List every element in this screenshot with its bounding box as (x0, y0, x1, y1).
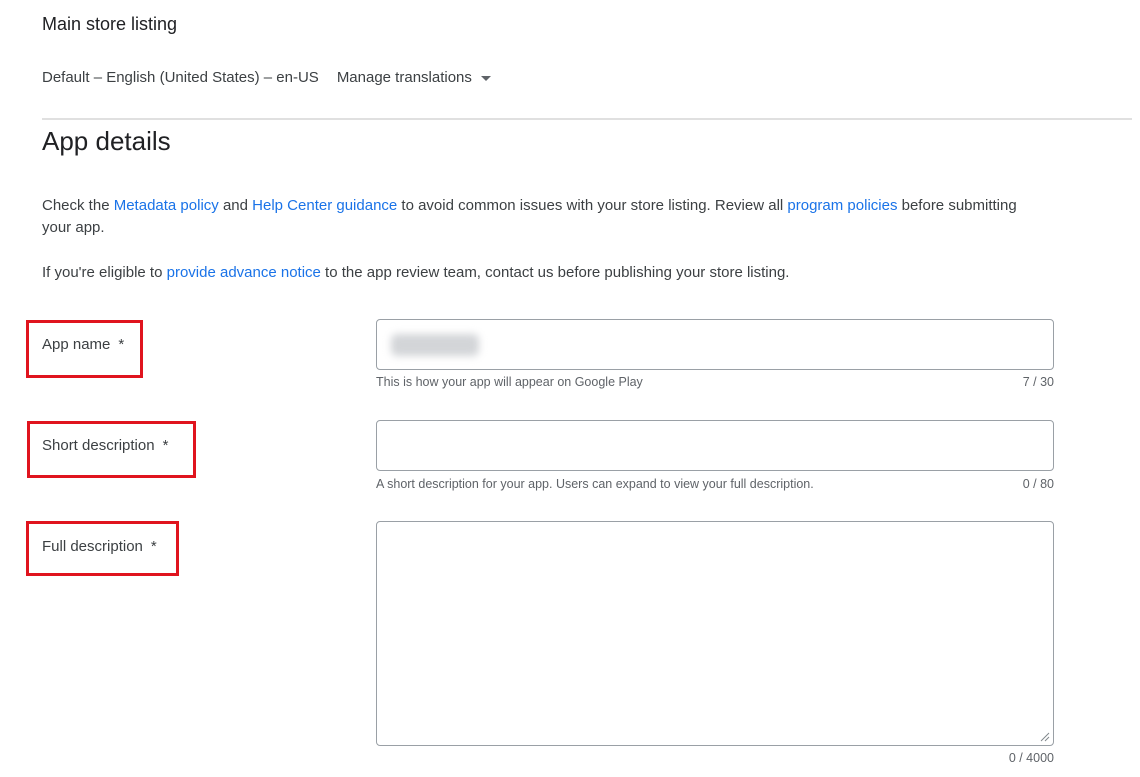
language-row: Default – English (United States) – en-U… (42, 69, 491, 86)
full-description-textarea[interactable] (376, 521, 1054, 746)
program-policies-link[interactable]: program policies (787, 197, 897, 214)
section-divider (42, 118, 1132, 120)
short-description-label-text: Short description (42, 437, 155, 454)
help-center-guidance-link[interactable]: Help Center guidance (252, 197, 397, 214)
advance-notice-paragraph: If you're eligible to provide advance no… (42, 262, 1042, 284)
page-heading: Main store listing (42, 14, 178, 34)
short-description-helper: A short description for your app. Users … (376, 477, 814, 491)
resize-handle-icon[interactable] (1040, 732, 1050, 742)
app-name-value-redacted (391, 334, 479, 356)
provide-advance-notice-link[interactable]: provide advance notice (167, 264, 321, 281)
metadata-policy-link[interactable]: Metadata policy (114, 197, 219, 214)
section-title: App details (42, 126, 171, 156)
manage-translations-button[interactable]: Manage translations (337, 69, 491, 86)
full-description-label: Full description * (42, 538, 157, 555)
chevron-down-icon (480, 76, 491, 81)
notice-text-1: If you're eligible to (42, 264, 167, 281)
full-description-label-text: Full description (42, 538, 143, 555)
required-mark: * (150, 538, 157, 555)
app-name-helper: This is how your app will appear on Goog… (376, 375, 643, 389)
policy-text-2: and (218, 197, 253, 214)
default-language-label: Default – English (United States) – en-U… (42, 69, 319, 86)
app-name-input[interactable] (376, 319, 1054, 370)
required-mark: * (118, 336, 125, 353)
full-description-counter: 0 / 4000 (1008, 751, 1054, 765)
app-name-label-text: App name (42, 336, 111, 353)
app-name-counter: 7 / 30 (1022, 375, 1054, 389)
short-description-counter: 0 / 80 (1022, 477, 1054, 491)
policy-paragraph: Check the Metadata policy and Help Cente… (42, 195, 1042, 239)
notice-text-2: to the app review team, contact us befor… (320, 264, 790, 281)
app-name-label: App name * (42, 336, 124, 353)
short-description-label: Short description * (42, 437, 168, 454)
manage-translations-label: Manage translations (336, 69, 472, 86)
policy-text-1: Check the (42, 197, 114, 214)
required-mark: * (162, 437, 169, 454)
policy-text-3: to avoid common issues with your store l… (397, 197, 788, 214)
short-description-input[interactable] (376, 420, 1054, 471)
